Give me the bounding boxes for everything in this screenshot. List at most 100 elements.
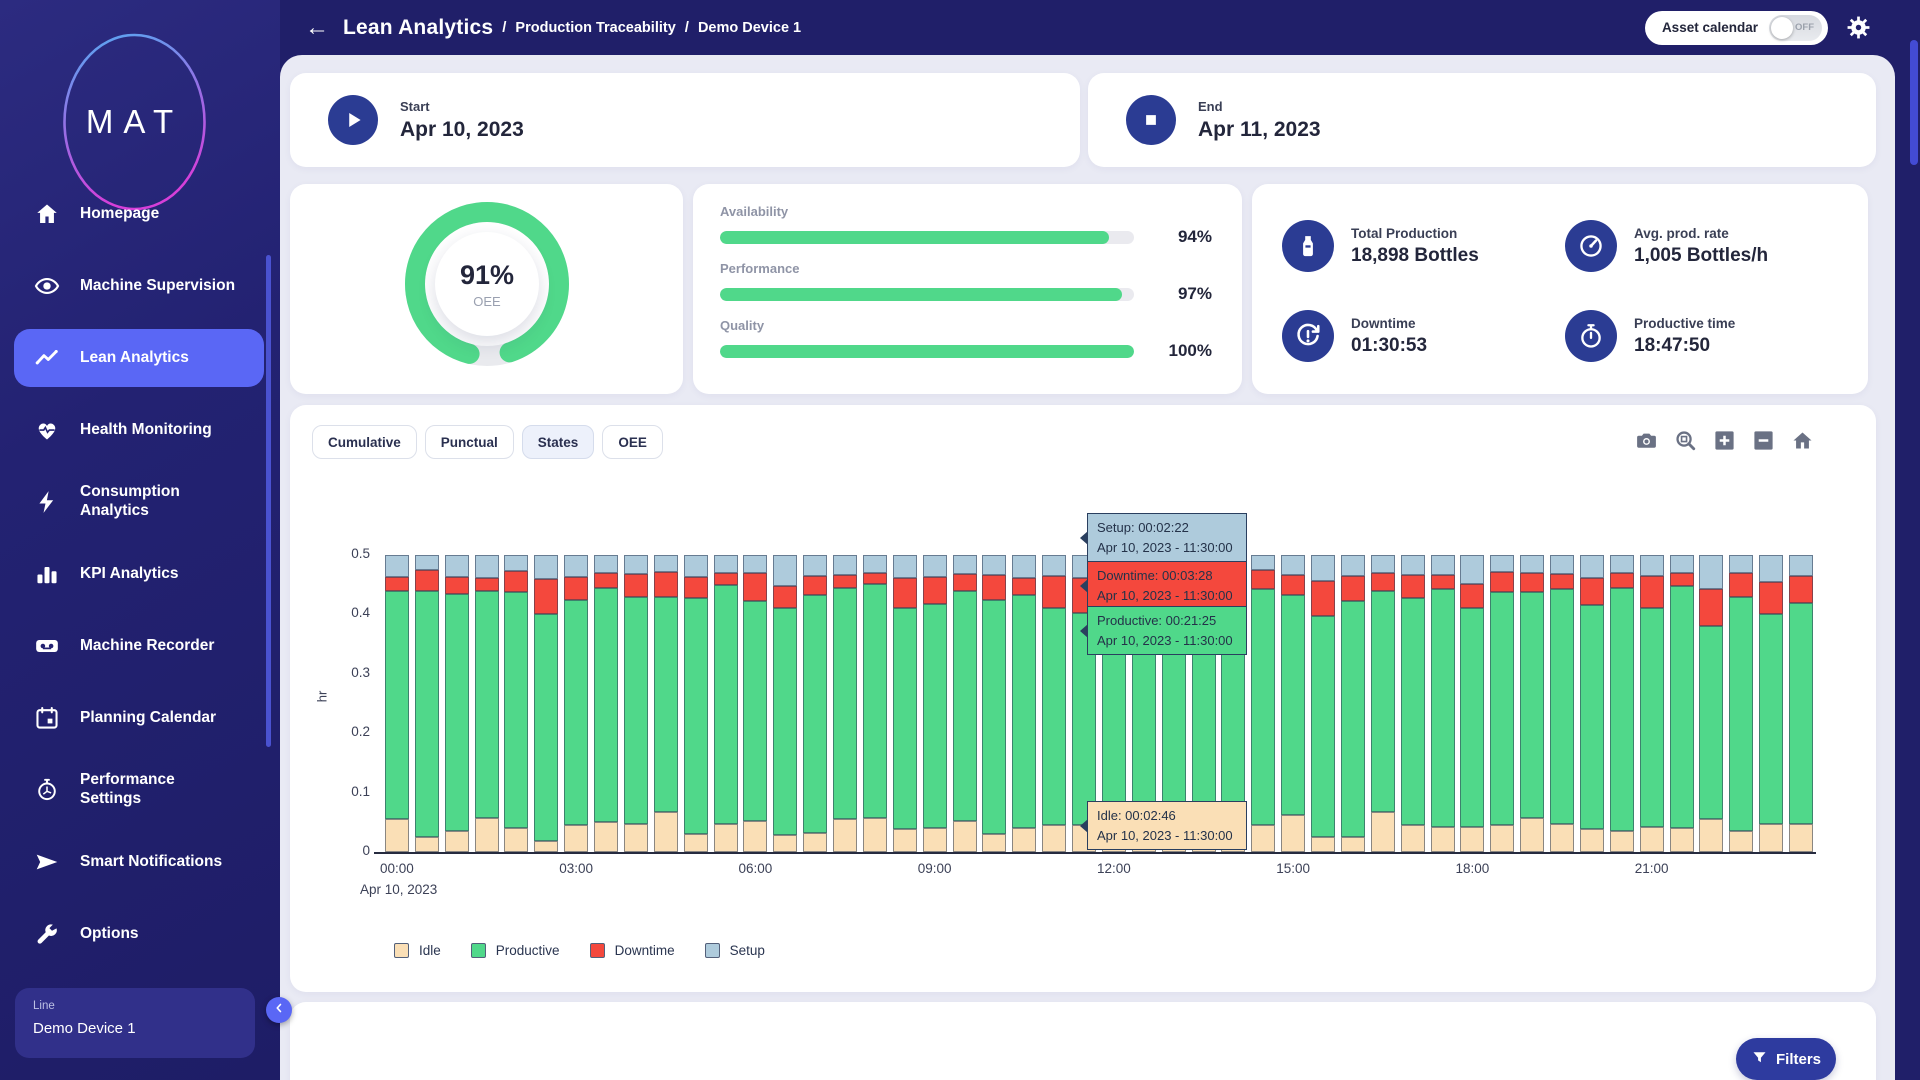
bar-segment-productive[interactable] — [1401, 598, 1425, 825]
bar-segment-downtime[interactable] — [1012, 578, 1036, 596]
stacked-bar[interactable] — [1401, 555, 1425, 852]
bar-segment-idle[interactable] — [504, 828, 528, 852]
bar-segment-productive[interactable] — [1520, 592, 1544, 818]
zoom-out-icon[interactable] — [1752, 429, 1775, 452]
bar-segment-downtime[interactable] — [1341, 576, 1365, 601]
bar-segment-productive[interactable] — [624, 597, 648, 824]
bar-segment-idle[interactable] — [624, 824, 648, 853]
stacked-bar[interactable] — [833, 555, 857, 852]
bar-segment-downtime[interactable] — [1490, 572, 1514, 593]
bar-segment-setup[interactable] — [923, 555, 947, 577]
bar-segment-setup[interactable] — [1670, 555, 1694, 573]
stacked-bar[interactable] — [803, 555, 827, 852]
stacked-bar[interactable] — [773, 555, 797, 852]
stacked-bar[interactable] — [445, 555, 469, 852]
bar-segment-setup[interactable] — [415, 555, 439, 570]
bar-segment-productive[interactable] — [893, 608, 917, 829]
bar-segment-productive[interactable] — [475, 591, 499, 818]
bar-segment-idle[interactable] — [982, 834, 1006, 852]
stacked-bar[interactable] — [385, 555, 409, 852]
stacked-bar[interactable] — [594, 555, 618, 852]
end-date-card[interactable]: End Apr 11, 2023 — [1088, 73, 1876, 167]
sidebar-item-options[interactable]: Options — [0, 898, 280, 970]
breadcrumb-demo-device[interactable]: Demo Device 1 — [698, 20, 801, 36]
bar-segment-downtime[interactable] — [445, 577, 469, 594]
stacked-bar[interactable] — [1251, 555, 1275, 852]
bar-segment-downtime[interactable] — [953, 574, 977, 591]
bar-segment-setup[interactable] — [1311, 555, 1335, 581]
bar-segment-setup[interactable] — [1580, 555, 1604, 578]
bar-segment-downtime[interactable] — [1281, 575, 1305, 596]
bar-segment-downtime[interactable] — [1460, 584, 1484, 609]
bar-segment-setup[interactable] — [1281, 555, 1305, 575]
bar-segment-productive[interactable] — [1341, 601, 1365, 837]
bar-segment-idle[interactable] — [1042, 825, 1066, 852]
bar-segment-productive[interactable] — [1670, 586, 1694, 828]
stacked-bar[interactable] — [1311, 555, 1335, 852]
bar-segment-setup[interactable] — [833, 555, 857, 575]
bar-segment-idle[interactable] — [564, 825, 588, 852]
bar-segment-downtime[interactable] — [1640, 576, 1664, 609]
sidebar-item-kpi-analytics[interactable]: KPI Analytics — [0, 538, 280, 610]
bar-segment-idle[interactable] — [1729, 831, 1753, 852]
stacked-bar[interactable] — [1550, 555, 1574, 852]
stacked-bar[interactable] — [1580, 555, 1604, 852]
asset-calendar-toggle[interactable]: OFF — [1769, 15, 1822, 41]
stacked-bar[interactable] — [1520, 555, 1544, 852]
tab-oee[interactable]: OEE — [602, 425, 663, 459]
breadcrumb-production-traceability[interactable]: Production Traceability — [515, 20, 675, 36]
bar-segment-downtime[interactable] — [1610, 573, 1634, 588]
bar-segment-setup[interactable] — [863, 555, 887, 573]
bar-segment-productive[interactable] — [1699, 626, 1723, 819]
bar-segment-setup[interactable] — [624, 555, 648, 574]
stacked-bar[interactable] — [743, 555, 767, 852]
legend-item-productive[interactable]: Productive — [471, 943, 560, 958]
bar-segment-productive[interactable] — [923, 604, 947, 829]
bar-segment-idle[interactable] — [1699, 819, 1723, 852]
stacked-bar[interactable] — [953, 555, 977, 852]
start-date-card[interactable]: Start Apr 10, 2023 — [290, 73, 1080, 167]
bar-segment-idle[interactable] — [1341, 837, 1365, 852]
bar-segment-downtime[interactable] — [1401, 575, 1425, 599]
stacked-bar[interactable] — [654, 555, 678, 852]
bar-segment-idle[interactable] — [803, 833, 827, 852]
bar-segment-idle[interactable] — [1012, 828, 1036, 852]
stacked-bar[interactable] — [1460, 555, 1484, 852]
bar-segment-productive[interactable] — [1580, 605, 1604, 830]
bar-segment-downtime[interactable] — [1580, 578, 1604, 605]
bar-segment-setup[interactable] — [714, 555, 738, 573]
bar-segment-productive[interactable] — [863, 584, 887, 819]
sidebar-item-planning-calendar[interactable]: Planning Calendar — [0, 682, 280, 754]
bar-segment-setup[interactable] — [1729, 555, 1753, 573]
bar-segment-idle[interactable] — [1281, 815, 1305, 852]
bar-segment-productive[interactable] — [1012, 595, 1036, 828]
stacked-bar[interactable] — [863, 555, 887, 852]
bar-segment-downtime[interactable] — [654, 572, 678, 597]
bar-segment-downtime[interactable] — [564, 577, 588, 600]
bar-segment-productive[interactable] — [564, 600, 588, 826]
bar-segment-idle[interactable] — [445, 831, 469, 852]
stacked-bar[interactable] — [504, 555, 528, 852]
filters-button[interactable]: Filters — [1736, 1038, 1836, 1080]
bar-segment-setup[interactable] — [982, 555, 1006, 575]
stacked-bar[interactable] — [1431, 555, 1455, 852]
bar-segment-setup[interactable] — [1550, 555, 1574, 574]
sidebar-item-health-monitoring[interactable]: Health Monitoring — [0, 394, 280, 466]
bar-segment-productive[interactable] — [684, 598, 708, 834]
bar-segment-downtime[interactable] — [1759, 582, 1783, 615]
bar-segment-setup[interactable] — [1341, 555, 1365, 576]
bar-segment-setup[interactable] — [743, 555, 767, 573]
sidebar-item-consumption-analytics[interactable]: Consumption Analytics — [0, 466, 280, 538]
tab-cumulative[interactable]: Cumulative — [312, 425, 417, 459]
bar-segment-idle[interactable] — [415, 837, 439, 852]
bar-segment-downtime[interactable] — [385, 577, 409, 591]
bar-segment-downtime[interactable] — [833, 575, 857, 588]
bar-segment-productive[interactable] — [1431, 589, 1455, 827]
bar-segment-downtime[interactable] — [534, 579, 558, 615]
bar-segment-productive[interactable] — [1759, 614, 1783, 823]
sidebar-item-machine-recorder[interactable]: Machine Recorder — [0, 610, 280, 682]
bar-segment-idle[interactable] — [1550, 824, 1574, 853]
bar-segment-downtime[interactable] — [893, 578, 917, 609]
bar-segment-setup[interactable] — [504, 555, 528, 571]
bar-segment-idle[interactable] — [1670, 828, 1694, 852]
